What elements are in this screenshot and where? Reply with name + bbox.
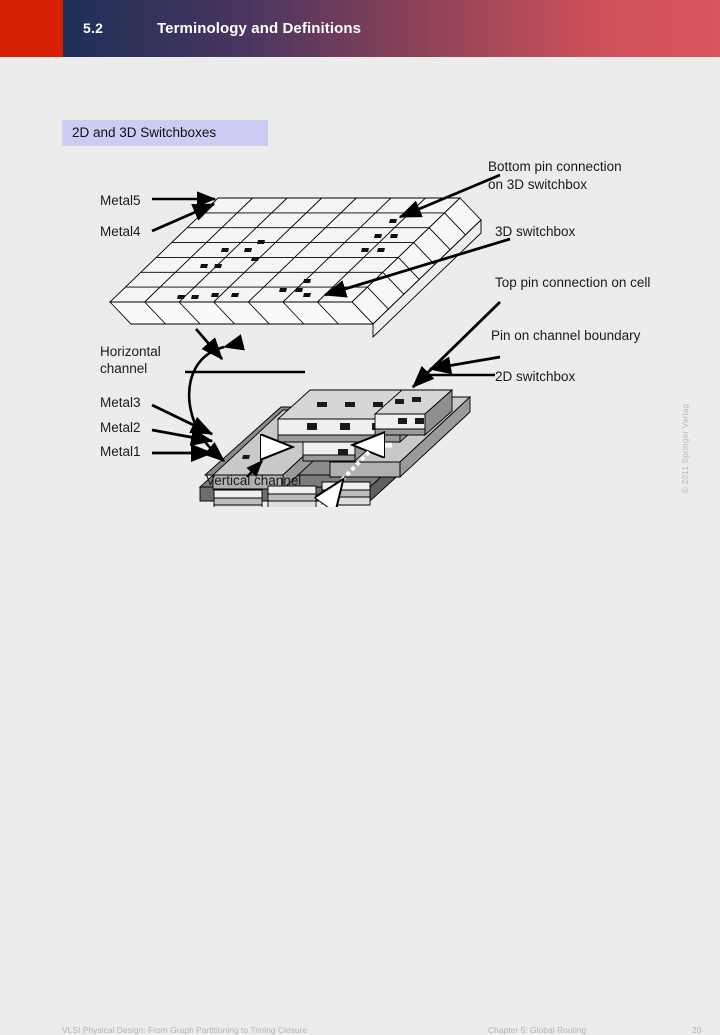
label-pin-on-channel-boundary: Pin on channel boundary <box>491 328 641 343</box>
switchbox-figure: Metal5 Metal4 Bottom pin connection on 3… <box>0 57 720 507</box>
label-vertical-channel: Vertical channel <box>206 473 302 488</box>
copyright-notice: © 2011 Springer Verlag <box>681 403 690 493</box>
slide-section-number: 5.2 <box>83 20 104 36</box>
header-bar: 5.2 Terminology and Definitions <box>0 0 720 57</box>
label-horizontal-channel-line2: channel <box>100 361 148 376</box>
label-metal2: Metal2 <box>100 420 141 435</box>
3d-switchbox-array <box>108 197 482 339</box>
arrow-metal3 <box>151 403 214 436</box>
label-horizontal-channel-line1: Horizontal <box>100 344 161 359</box>
label-3d-switchbox: 3D switchbox <box>495 224 576 239</box>
footer: VLSI Physical Design: From Graph Partiti… <box>0 510 720 1035</box>
label-bottom-pin-line1: Bottom pin connection <box>488 159 622 174</box>
header-red-accent-block <box>0 0 63 57</box>
footer-page-number: 20 <box>692 1025 702 1035</box>
footer-book-title: VLSI Physical Design: From Graph Partiti… <box>62 1025 308 1035</box>
2d-switchbox-structure <box>198 388 472 507</box>
label-metal1: Metal1 <box>100 444 141 459</box>
label-metal3: Metal3 <box>100 395 141 410</box>
label-bottom-pin-line2: on 3D switchbox <box>488 177 588 192</box>
label-metal4: Metal4 <box>100 224 141 239</box>
slide-title: Terminology and Definitions <box>157 20 362 37</box>
footer-chapter-title: Chapter 5: Global Routing <box>488 1025 587 1035</box>
label-2d-switchbox: 2D switchbox <box>495 369 576 384</box>
label-top-pin-connection: Top pin connection on cell <box>495 275 651 290</box>
label-metal5: Metal5 <box>100 193 141 208</box>
arrow-relationship-curved <box>187 334 245 462</box>
